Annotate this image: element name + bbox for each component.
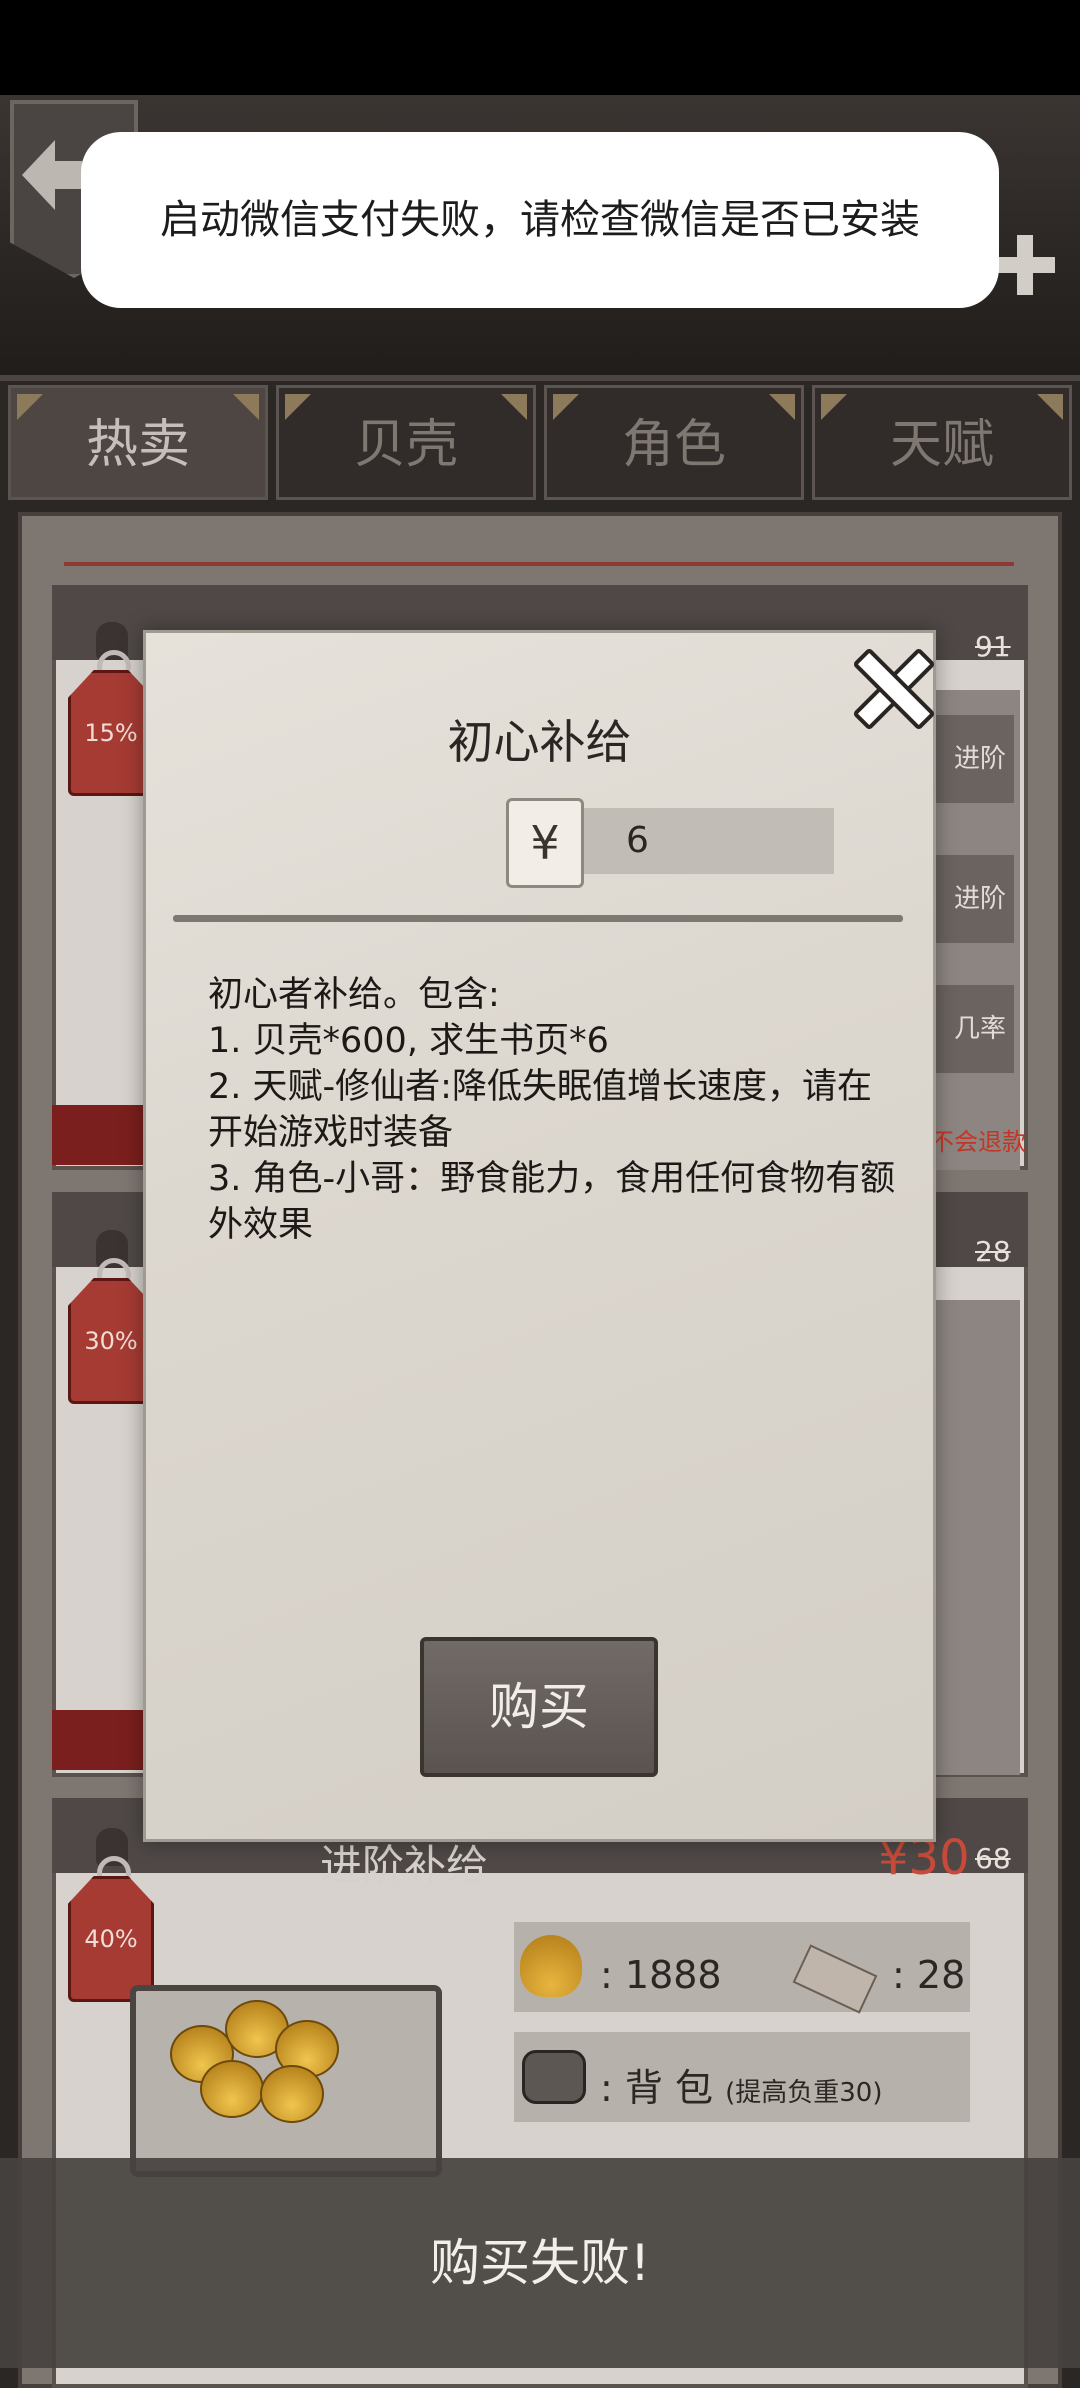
dialog-title: 初心补给 [447, 715, 632, 769]
coin-image [200, 2060, 264, 2118]
tab-label: 角色 [621, 415, 726, 475]
panel-divider [64, 562, 1014, 566]
dialog-divider [173, 915, 903, 922]
coin-image [260, 2065, 324, 2123]
purchase-failed-toast: 购买失败! [0, 2158, 1080, 2368]
tab-hot[interactable]: 热卖 [8, 385, 268, 500]
close-icon[interactable] [846, 640, 936, 731]
tab-label: 热卖 [85, 415, 190, 475]
page-count: 28 [916, 1953, 966, 1997]
bag-label: 背 包 [624, 2066, 713, 2110]
old-price: 68 [975, 1842, 1011, 1875]
bag-icon [522, 2050, 586, 2104]
yuan-icon: ¥ [506, 798, 584, 888]
shell-icon [520, 1935, 582, 1997]
dialog-price: 6 [626, 820, 649, 861]
tab-label: 天赋 [889, 415, 994, 475]
colon: : [600, 2066, 613, 2110]
plus-icon-vertical [1017, 235, 1033, 295]
dialog-description: 初心者补给。包含: 1. 贝壳*600, 求生书页*6 2. 天赋-修仙者:降低… [208, 975, 896, 1245]
card-ribbon [52, 1710, 152, 1770]
colon: : [892, 1953, 905, 1997]
discount-tag: 15% [68, 670, 154, 796]
card-note: 不会退款 [930, 1128, 1026, 1156]
discount-tag: 30% [68, 1278, 154, 1404]
shell-count: 1888 [624, 1953, 722, 1997]
tab-label: 贝壳 [353, 415, 458, 475]
colon: : [600, 1953, 613, 1997]
card-ribbon [52, 1105, 152, 1165]
old-price: 28 [975, 1235, 1011, 1268]
status-bar [0, 0, 1080, 95]
tab-roles[interactable]: 角色 [544, 385, 804, 500]
old-price: 91 [975, 630, 1011, 663]
tab-talents[interactable]: 天赋 [812, 385, 1072, 500]
price-field [560, 808, 834, 874]
bag-note: (提高负重30) [725, 2078, 883, 2108]
buy-button[interactable]: 购买 [420, 1637, 658, 1777]
discount-tag: 40% [68, 1876, 154, 2002]
payment-error-toast: 启动微信支付失败，请检查微信是否已安装 [81, 132, 999, 308]
tab-shells[interactable]: 贝壳 [276, 385, 536, 500]
